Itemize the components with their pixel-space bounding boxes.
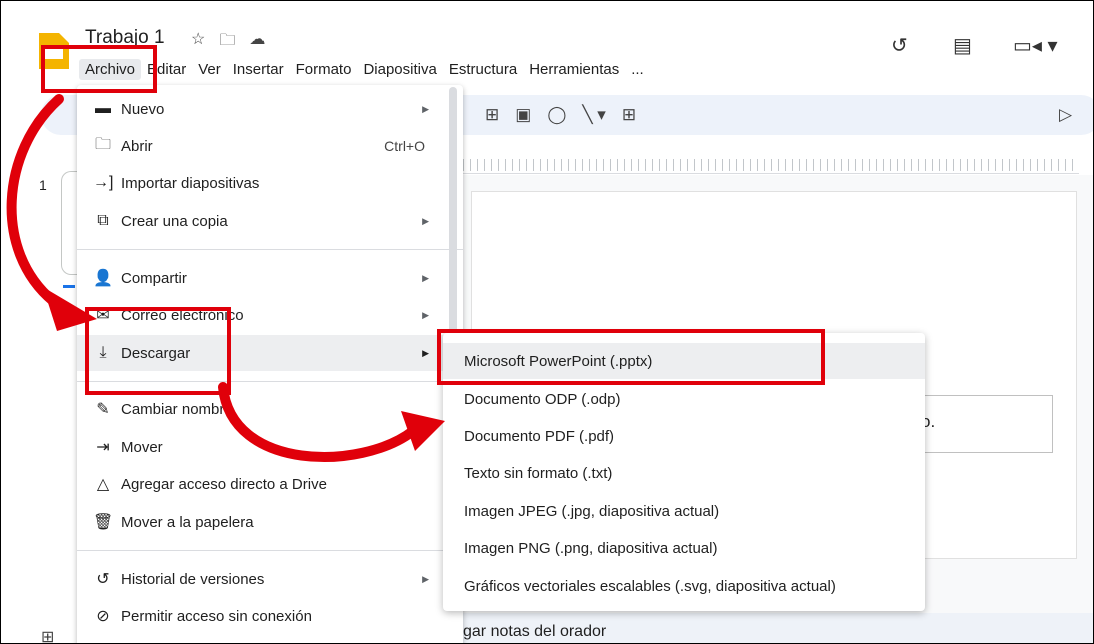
title-icons: ☆ 🗀 ☁ — [191, 29, 265, 56]
slide-thumbnail-indicator — [63, 285, 75, 288]
download-pdf[interactable]: Documento PDF (.pdf) — [443, 418, 925, 454]
download-jpg[interactable]: Imagen JPEG (.jpg, diapositiva actual) — [443, 493, 925, 529]
download-svg[interactable]: Gráficos vectoriales escalables (.svg, d… — [443, 568, 925, 604]
copy-icon: ⧉ — [97, 212, 109, 229]
menu-diapositiva[interactable]: Diapositiva — [357, 59, 442, 80]
submenu-arrow-icon: ▶ — [422, 347, 429, 358]
slide-text-box[interactable]: o. — [911, 395, 1053, 453]
annotation-box-pptx — [437, 329, 825, 385]
menu-ver[interactable]: Ver — [192, 59, 227, 80]
menu-item-label: Nuevo — [121, 100, 165, 118]
submenu-arrow-icon: ▶ — [422, 309, 429, 320]
trash-icon: 🗑 — [93, 514, 114, 531]
menu-scrollbar[interactable] — [449, 87, 457, 337]
menu-item-mover[interactable]: ⇥ Mover — [77, 429, 463, 465]
cloud-saved-icon[interactable]: ☁ — [249, 29, 265, 56]
new-slides-icon: ▬ — [95, 100, 111, 117]
menubar: Archivo Editar Ver Insertar Formato Diap… — [79, 59, 650, 80]
annotation-box-archivo — [41, 45, 157, 93]
menu-item-papelera[interactable]: 🗑 Mover a la papelera — [77, 504, 463, 540]
folder-open-icon: 🗀 — [94, 135, 111, 153]
grid-view-icon[interactable]: ⊞ — [41, 627, 54, 643]
version-history-icon: ↺ — [96, 571, 110, 588]
download-txt[interactable]: Texto sin formato (.txt) — [443, 455, 925, 491]
menu-divider — [77, 550, 463, 551]
menu-item-shortcut: Ctrl+O — [384, 138, 425, 154]
speaker-notes-placeholder: gar notas del orador — [463, 623, 607, 640]
menu-item-sin-conexion[interactable]: ⊘ Permitir acceso sin conexión — [77, 598, 463, 634]
menu-item-label: Cambiar nombre — [121, 400, 233, 418]
move-folder-icon[interactable]: 🗀 — [219, 29, 235, 56]
menu-item-renombrar[interactable]: ✎ Cambiar nombre — [77, 391, 463, 427]
menu-herramientas[interactable]: Herramientas — [523, 59, 625, 80]
ruler — [463, 159, 1079, 171]
rename-icon: ✎ — [96, 401, 110, 418]
shape-icon[interactable]: ◯ — [547, 105, 566, 125]
menu-item-copia[interactable]: ⧉ Crear una copia ▶ — [77, 203, 463, 239]
menu-estructura[interactable]: Estructura — [443, 59, 523, 80]
comments-icon[interactable]: ▤ — [953, 33, 972, 58]
menu-item-acceso-directo[interactable]: △ Agregar acceso directo a Drive — [77, 466, 463, 502]
menu-item-label: Historial de versiones — [121, 570, 265, 588]
menu-insertar[interactable]: Insertar — [227, 59, 290, 80]
menu-item-nuevo[interactable]: ▬ Nuevo ▶ — [77, 91, 463, 127]
menu-item-label: Agregar acceso directo a Drive — [121, 475, 327, 493]
slide-number: 1 — [39, 177, 47, 193]
import-icon: →] — [93, 174, 114, 191]
download-odp[interactable]: Documento ODP (.odp) — [443, 381, 925, 417]
image-icon[interactable]: ▣ — [515, 105, 531, 125]
menu-item-compartir[interactable]: 👤 Compartir ▶ — [77, 260, 463, 296]
menu-formato[interactable]: Formato — [290, 59, 358, 80]
select-cursor-icon[interactable]: ▷ — [1059, 105, 1072, 125]
menu-item-abrir[interactable]: 🗀 Abrir Ctrl+O — [77, 128, 463, 164]
menu-item-historial[interactable]: ↺ Historial de versiones ▶ — [77, 561, 463, 597]
menu-item-label: Abrir — [121, 137, 153, 155]
submenu-arrow-icon: ▶ — [422, 215, 429, 226]
toolbar-icons: ⊞ ▣ ◯ ╲ ▾ ⊞ — [485, 105, 636, 125]
menu-item-label: Mover a la papelera — [121, 513, 254, 531]
add-comment-icon[interactable]: ⊞ — [622, 105, 636, 125]
download-png[interactable]: Imagen PNG (.png, diapositiva actual) — [443, 530, 925, 566]
submenu-arrow-icon: ▶ — [422, 103, 429, 114]
annotation-box-descargar — [85, 307, 231, 395]
offline-icon: ⊘ — [96, 608, 110, 625]
meet-icon[interactable]: ▭◂ ▾ — [1013, 33, 1058, 58]
drive-shortcut-icon: △ — [96, 476, 110, 493]
ruler-divider — [463, 173, 1079, 174]
menu-item-label: Compartir — [121, 269, 187, 287]
submenu-arrow-icon: ▶ — [422, 272, 429, 283]
share-person-icon: 👤 — [93, 270, 113, 287]
submenu-arrow-icon: ▶ — [422, 573, 429, 584]
menu-more[interactable]: ... — [625, 59, 650, 80]
window: Trabajo 1 ☆ 🗀 ☁ Archivo Editar Ver Inser… — [0, 0, 1094, 644]
line-icon[interactable]: ╲ ▾ — [582, 105, 606, 125]
menu-item-label: Crear una copia — [121, 212, 228, 230]
history-icon[interactable]: ↺ — [891, 33, 908, 58]
menu-item-label: Permitir acceso sin conexión — [121, 607, 312, 625]
menu-divider — [77, 249, 463, 250]
menu-item-importar[interactable]: →] Importar diapositivas — [77, 165, 463, 201]
menu-item-label: Importar diapositivas — [121, 174, 260, 192]
text-box-icon[interactable]: ⊞ — [485, 105, 499, 125]
move-icon: ⇥ — [96, 439, 110, 456]
star-icon[interactable]: ☆ — [191, 29, 205, 56]
menu-item-label: Mover — [121, 438, 163, 456]
